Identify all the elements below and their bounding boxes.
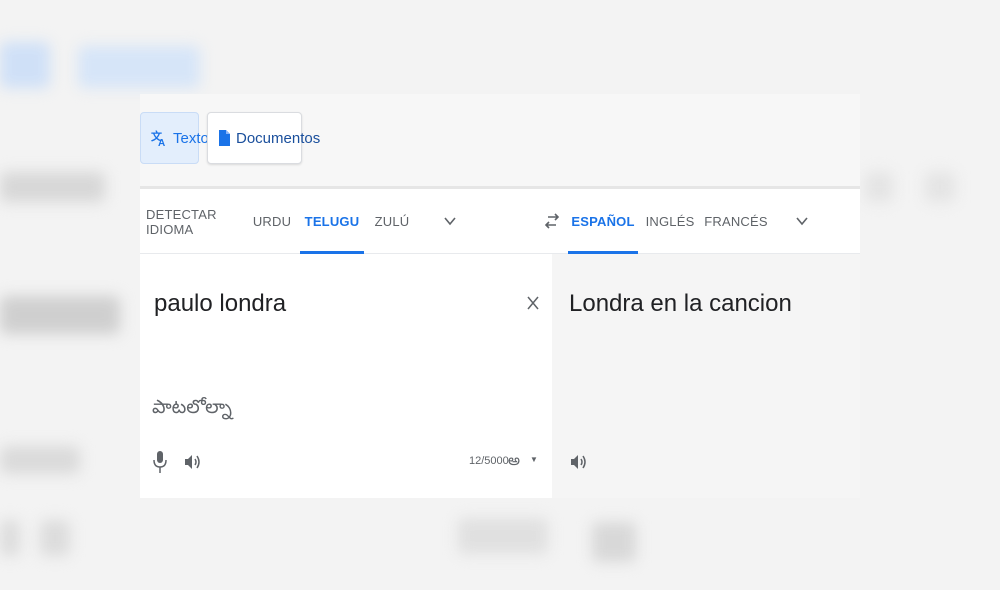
source-more-languages-button[interactable] xyxy=(440,211,460,231)
blurred-background-icon xyxy=(592,522,636,562)
documents-mode-button[interactable]: Documentos xyxy=(207,112,320,164)
blurred-background-icon xyxy=(40,520,70,556)
microphone-button[interactable] xyxy=(152,450,168,474)
chevron-down-icon xyxy=(796,217,808,226)
blurred-background-icon xyxy=(865,172,893,202)
transliteration-text: పాటలోల్నా xyxy=(152,396,232,418)
source-lang-telugu[interactable]: TELUGU xyxy=(300,189,364,254)
speaker-icon xyxy=(185,455,200,469)
mode-bar: 文 A Texto Documentos xyxy=(140,94,860,186)
target-lang-english[interactable]: INGLÉS xyxy=(646,189,695,254)
translation-output: Londra en la cancion xyxy=(569,290,792,317)
target-lang-label: FRANCÉS xyxy=(704,214,768,229)
speaker-icon xyxy=(571,455,586,469)
target-listen-button[interactable] xyxy=(568,452,588,472)
swap-languages-button[interactable] xyxy=(540,209,564,233)
close-icon xyxy=(527,296,539,310)
blurred-background-text xyxy=(0,446,80,474)
input-tools-button[interactable]: అ xyxy=(508,451,520,473)
blurred-background-button xyxy=(0,42,50,88)
translate-icon: 文 A xyxy=(151,129,167,147)
source-lang-urdu[interactable]: URDU xyxy=(252,189,292,254)
source-lang-label: ZULÚ xyxy=(374,214,410,229)
swap-icon xyxy=(544,213,560,229)
target-lang-french[interactable]: FRANCÉS xyxy=(704,189,767,254)
source-listen-button[interactable] xyxy=(182,452,202,472)
source-lang-zulu[interactable]: ZULÚ xyxy=(374,189,410,254)
document-icon xyxy=(218,130,230,146)
input-tools-caret-icon[interactable]: ▼ xyxy=(530,455,538,464)
blurred-background-icon xyxy=(0,520,20,556)
target-lang-spanish[interactable]: ESPAÑOL xyxy=(568,189,638,254)
blurred-background-text xyxy=(0,172,105,202)
blurred-background-button xyxy=(458,518,548,554)
source-lang-label: URDU xyxy=(252,214,292,229)
chevron-down-icon xyxy=(444,217,456,226)
character-counter: 12/5000 xyxy=(469,455,509,467)
microphone-icon xyxy=(153,451,167,473)
source-text-input[interactable]: paulo londra xyxy=(154,290,286,318)
clear-source-button[interactable] xyxy=(524,294,542,312)
source-lang-label: TELUGU xyxy=(304,214,360,229)
target-lang-label: INGLÉS xyxy=(645,214,695,229)
target-more-languages-button[interactable] xyxy=(792,211,812,231)
text-mode-label: Texto xyxy=(173,129,209,147)
svg-text:A: A xyxy=(158,138,165,147)
blurred-background-text xyxy=(0,296,120,334)
source-lang-detect[interactable]: DETECTAR IDIOMA xyxy=(146,189,232,254)
target-lang-label: ESPAÑOL xyxy=(571,214,635,229)
translate-panel: 文 A Texto Documentos DETECTAR IDIOMA URD… xyxy=(140,94,860,498)
source-lang-label: DETECTAR IDIOMA xyxy=(146,206,217,237)
blurred-background-button xyxy=(78,46,200,88)
source-pane: paulo londra పాటలోల్నా 12/5000 అ ▼ xyxy=(140,254,552,498)
blurred-background-icon xyxy=(925,172,955,202)
documents-mode-label: Documentos xyxy=(236,129,321,147)
text-mode-button[interactable]: 文 A Texto xyxy=(140,112,209,164)
language-bar: DETECTAR IDIOMA URDU TELUGU ZULÚ ESPAÑOL… xyxy=(140,186,860,254)
target-pane: Londra en la cancion xyxy=(552,254,860,498)
